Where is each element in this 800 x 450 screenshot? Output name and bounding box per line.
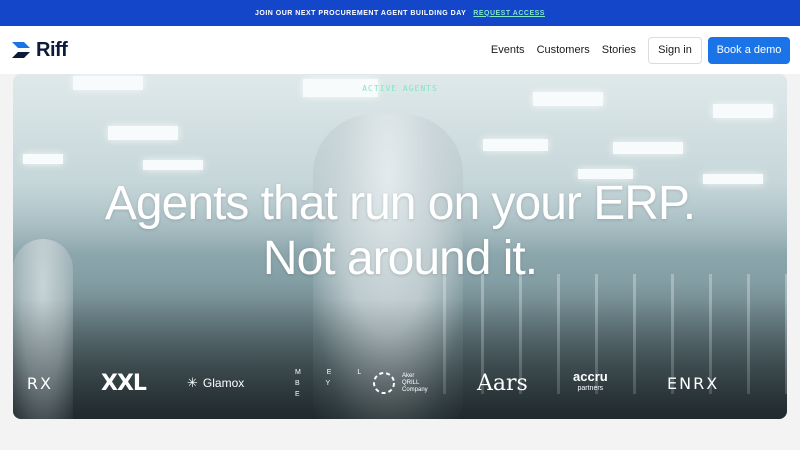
- ceiling-light: [143, 160, 203, 170]
- logo-xxl: XXL: [101, 363, 147, 403]
- logo-melbye: M E L B Y E: [295, 363, 373, 403]
- ceiling-light: [613, 142, 683, 154]
- ceiling-light: [713, 104, 773, 118]
- riff-logo[interactable]: Riff: [10, 38, 68, 62]
- logo-text: ENRX: [667, 373, 720, 393]
- nav-link-customers[interactable]: Customers: [537, 44, 590, 56]
- logo-text: Aars: [477, 370, 528, 396]
- logo-text: Glamox: [202, 376, 245, 390]
- announcement-text: JOIN OUR NEXT PROCUREMENT AGENT BUILDING…: [255, 9, 467, 17]
- riff-mark-icon: [12, 42, 30, 58]
- logo-text: M E L: [295, 368, 374, 376]
- book-demo-button[interactable]: Book a demo: [708, 36, 790, 64]
- hero-eyebrow: ACTIVE AGENTS: [362, 84, 438, 93]
- ceiling-light: [108, 126, 178, 140]
- headline-line-2: Not around it.: [262, 232, 538, 285]
- nav-link-stories[interactable]: Stories: [602, 44, 636, 56]
- ceiling-light: [23, 154, 63, 164]
- logo-subtext: partners: [577, 385, 604, 392]
- logo-aars: Aars: [477, 363, 528, 403]
- logo-text: E: [295, 390, 312, 398]
- hero-headline: Agents that run on your ERP. Not around …: [0, 176, 800, 286]
- nav-links: Events Customers Stories Sign in Book a …: [491, 36, 790, 64]
- customer-logos: RX XXL ✳ Glamox M E L B Y E Aker QRILL C…: [13, 363, 787, 403]
- logo-enrx-partial: RX: [13, 363, 53, 403]
- logo-text: accru: [573, 369, 608, 384]
- logo-text: QRILL: [402, 379, 420, 386]
- logo-text: RX: [26, 373, 53, 393]
- logo-text: Aker: [402, 372, 415, 379]
- logo-glamox: ✳ Glamox: [187, 363, 244, 403]
- announcement-bar: JOIN OUR NEXT PROCUREMENT AGENT BUILDING…: [0, 0, 800, 26]
- ceiling-light: [533, 92, 603, 106]
- logo-enrx: ENRX: [667, 363, 719, 403]
- glamox-star-icon: ✳: [187, 375, 198, 390]
- headline-line-1: Agents that run on your ERP.: [104, 177, 696, 230]
- logo-text: Company: [402, 386, 428, 393]
- sign-in-button[interactable]: Sign in: [648, 36, 702, 64]
- request-access-link[interactable]: REQUEST ACCESS: [473, 10, 545, 17]
- nav-link-events[interactable]: Events: [491, 44, 525, 56]
- top-nav: Riff Events Customers Stories Sign in Bo…: [0, 26, 800, 74]
- ceiling-light: [483, 139, 548, 151]
- logo-accru: accru partners: [573, 363, 608, 403]
- logo-text: Riff: [36, 38, 68, 61]
- logo-text: XXL: [101, 370, 147, 396]
- logo-aker-qrill: Aker QRILL Company: [371, 363, 428, 403]
- logo-text: B Y: [295, 379, 343, 387]
- aker-ring-icon: [373, 372, 395, 394]
